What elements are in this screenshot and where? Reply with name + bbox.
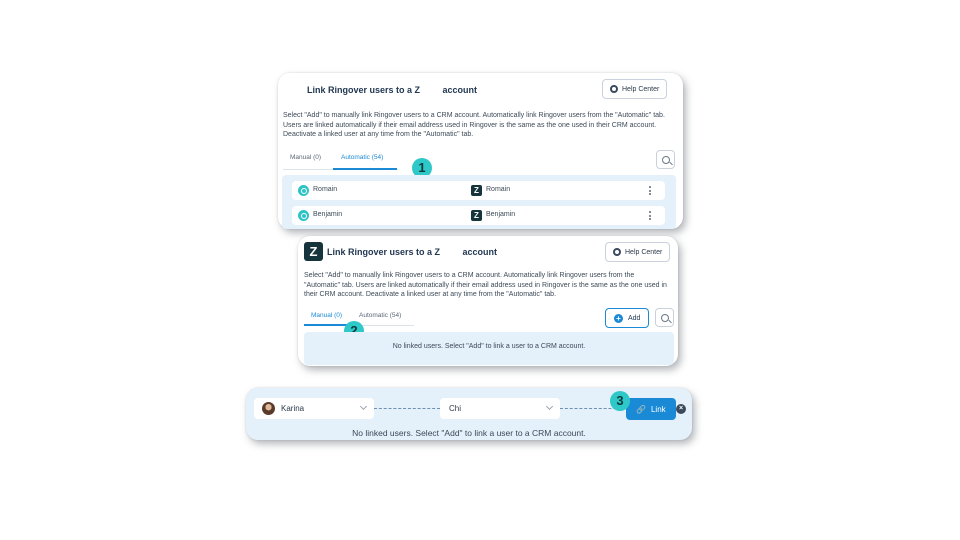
panel-title: Link Ringover users to a Z account: [327, 247, 498, 257]
ringover-user-name: Romain: [313, 186, 338, 193]
tab-automatic[interactable]: Automatic (54): [341, 154, 383, 161]
crm-user-value: Chi: [449, 404, 462, 413]
ringover-user-select[interactable]: Karina: [254, 398, 374, 419]
empty-message: No linked users. Select "Add" to link a …: [352, 428, 586, 438]
panel-description: Select "Add" to manually link Ringover u…: [304, 272, 667, 299]
close-icon[interactable]: ×: [676, 404, 686, 414]
panel-link-row: Karina Chi 🔗 Link 3 × No linked users. S…: [246, 388, 692, 440]
tab-manual[interactable]: Manual (0): [290, 154, 321, 161]
crm-logo-icon: Z: [471, 185, 482, 196]
help-center-label: Help Center: [625, 248, 663, 256]
crm-user-select[interactable]: Chi: [440, 398, 560, 419]
search-icon: [660, 313, 669, 322]
crm-logo-icon: Z: [304, 242, 323, 261]
list-item: Romain Z Romain: [292, 181, 665, 200]
lifebuoy-icon: [610, 85, 618, 93]
more-options-icon[interactable]: [649, 186, 651, 195]
help-center-button[interactable]: Help Center: [602, 79, 668, 99]
tab-manual[interactable]: Manual (0): [311, 312, 342, 319]
empty-message: No linked users. Select "Add" to link a …: [392, 343, 586, 350]
linked-users-list: Romain Z Romain Benjamin Z Benjamin: [282, 175, 676, 229]
ringover-user-value: Karina: [281, 404, 305, 413]
plus-icon: +: [614, 313, 623, 323]
help-center-button[interactable]: Help Center: [605, 242, 671, 262]
link-connector: [374, 408, 440, 409]
search-icon: [661, 155, 670, 164]
ringover-icon: [298, 210, 309, 221]
avatar: [262, 402, 275, 415]
link-button[interactable]: 🔗 Link: [626, 398, 676, 420]
step-badge: 3: [610, 391, 630, 411]
more-options-icon[interactable]: [649, 211, 651, 220]
chevron-down-icon: [359, 402, 368, 411]
tab-active-indicator: [333, 168, 397, 170]
list-item: Benjamin Z Benjamin: [292, 206, 665, 225]
ringover-user-name: Benjamin: [313, 211, 343, 218]
help-center-label: Help Center: [622, 85, 660, 93]
ringover-icon: [298, 185, 309, 196]
crm-user-name: Romain: [486, 186, 511, 193]
link-icon: 🔗: [636, 404, 646, 414]
tab-automatic[interactable]: Automatic (54): [359, 312, 401, 319]
tab-active-indicator: [304, 324, 349, 326]
panel-description: Select "Add" to manually link Ringover u…: [283, 112, 665, 139]
chevron-down-icon: [545, 402, 554, 411]
crm-logo-icon: Z: [471, 210, 482, 221]
add-label: Add: [628, 314, 641, 322]
linked-users-empty: No linked users. Select "Add" to link a …: [304, 332, 674, 365]
panel-manual: Z Link Ringover users to a Z account Hel…: [298, 236, 678, 366]
add-button[interactable]: + Add: [605, 308, 650, 328]
lifebuoy-icon: [613, 248, 621, 256]
panel-automatic: Link Ringover users to a Z account Help …: [278, 73, 683, 229]
panel-title: Link Ringover users to a Z account: [307, 85, 478, 95]
search-button[interactable]: [656, 150, 675, 169]
crm-user-name: Benjamin: [486, 211, 516, 218]
search-button[interactable]: [655, 308, 674, 327]
link-label: Link: [650, 404, 666, 414]
